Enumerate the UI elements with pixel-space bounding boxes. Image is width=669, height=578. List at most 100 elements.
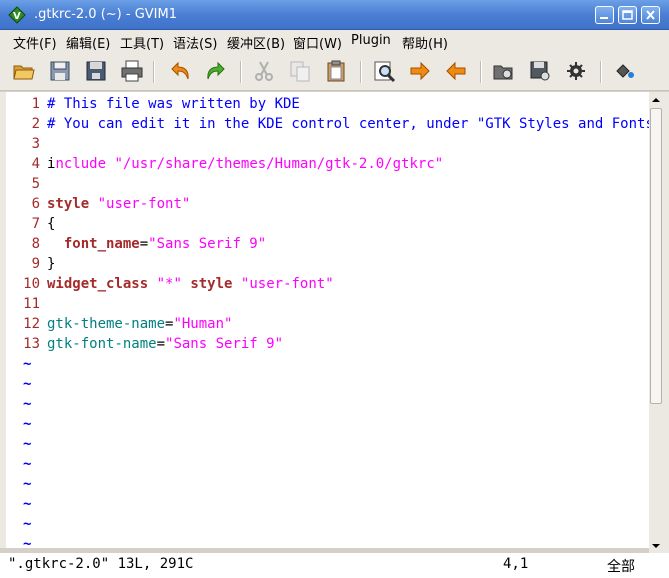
close-icon <box>646 10 655 20</box>
line-number: 8 <box>31 236 40 252</box>
empty-line-marker: ~ <box>23 456 32 472</box>
scroll-up-button[interactable] <box>649 92 663 106</box>
code-token: "/usr/share/themes/Human/gtk-2.0/gtkrc" <box>114 156 444 172</box>
toolbar-separator <box>240 61 242 83</box>
save-all-icon[interactable] <box>84 59 108 83</box>
code-token: "user-font" <box>97 196 191 212</box>
editor-line[interactable]: 3 <box>6 134 646 154</box>
scrollbar-thumb[interactable] <box>650 108 662 404</box>
save-icon[interactable] <box>48 59 72 83</box>
maximize-icon <box>622 10 633 20</box>
line-number: 3 <box>31 136 40 152</box>
close-button[interactable] <box>641 6 660 24</box>
line-text: style "user-font" <box>47 194 190 214</box>
toolbar <box>0 52 669 91</box>
arrow-up-icon <box>652 98 660 102</box>
line-number: 6 <box>31 196 40 212</box>
code-token: "Sans Serif 9" <box>165 336 284 352</box>
menu-window[interactable]: 窗口(W) <box>293 33 342 52</box>
editor-line[interactable]: 12 gtk-theme-name="Human" <box>6 314 646 334</box>
editor-line[interactable]: 10 widget_class "*" style "user-font" <box>6 274 646 294</box>
arrow-down-icon <box>652 544 660 548</box>
title-bar: V .gtkrc-2.0 (~) - GVIM1 <box>0 0 669 30</box>
empty-line-marker: ~ <box>23 376 32 392</box>
editor-line[interactable]: 2 # You can edit it in the KDE control ce… <box>6 114 649 134</box>
code-token: widget_class <box>47 276 149 292</box>
status-line: ".gtkrc-2.0" 13L, 291C 4,1 全部 <box>0 553 669 578</box>
run-script-icon[interactable] <box>564 59 588 83</box>
code-token: { <box>47 216 56 232</box>
menu-edit[interactable]: 编辑(E) <box>66 33 110 52</box>
toolbar-separator <box>480 61 482 83</box>
empty-line-marker: ~ <box>23 536 32 548</box>
cut-icon[interactable] <box>252 59 276 83</box>
editor-line[interactable]: 11 <box>6 294 646 314</box>
menu-bar: 文件(F) 编辑(E) 工具(T) 语法(S) 缓冲区(B) 窗口(W) Plu… <box>0 30 669 52</box>
code-token: = <box>139 236 149 252</box>
line-text: font_name="Sans Serif 9" <box>47 234 266 254</box>
copy-icon[interactable] <box>288 59 312 83</box>
find-next-icon[interactable] <box>408 59 432 83</box>
line-number: 11 <box>23 296 40 312</box>
empty-line-marker: ~ <box>23 496 32 512</box>
scroll-down-button[interactable] <box>649 538 663 552</box>
redo-icon[interactable] <box>204 59 228 83</box>
make-icon[interactable] <box>612 59 636 83</box>
undo-icon[interactable] <box>168 59 192 83</box>
line-number: 1 <box>31 96 40 112</box>
window-title: .gtkrc-2.0 (~) - GVIM1 <box>34 7 177 22</box>
line-number: 2 <box>31 116 40 132</box>
editor-line[interactable]: 5 <box>6 174 646 194</box>
text-editor[interactable]: 1 # This file was written by KDE 2 # You ca… <box>6 92 649 548</box>
menu-file[interactable]: 文件(F) <box>13 33 57 52</box>
menu-buffers[interactable]: 缓冲区(B) <box>227 33 285 52</box>
code-token: gtk-theme-name <box>47 316 166 332</box>
code-token: # You can edit it in the KDE control cen… <box>47 116 649 132</box>
code-token: "Human" <box>173 316 233 332</box>
minimize-icon <box>600 17 608 19</box>
line-text: # You can edit it in the KDE control cen… <box>47 114 649 134</box>
maximize-button[interactable] <box>618 6 637 24</box>
code-token: "*" <box>156 276 182 292</box>
find-prev-icon[interactable] <box>444 59 468 83</box>
menu-plugin[interactable]: Plugin <box>351 33 391 48</box>
editor-line[interactable]: 9} <box>6 254 646 274</box>
code-token: gtk-font-name <box>47 336 157 352</box>
line-text: include "/usr/share/themes/Human/gtk-2.0… <box>47 154 443 174</box>
editor-line[interactable]: 8 font_name="Sans Serif 9" <box>6 234 646 254</box>
open-folder-icon[interactable] <box>12 59 36 83</box>
paste-icon[interactable] <box>324 59 348 83</box>
line-number: 12 <box>23 316 40 332</box>
svg-text:V: V <box>13 11 21 22</box>
editor-line[interactable]: 7{ <box>6 214 646 234</box>
line-number: 5 <box>31 176 40 192</box>
vim-logo-icon: V <box>8 6 26 24</box>
code-token: "Sans Serif 9" <box>148 236 267 252</box>
line-text: widget_class "*" style "user-font" <box>47 274 334 294</box>
code-token: nclude <box>55 156 115 172</box>
code-token: = <box>156 336 166 352</box>
menu-tools[interactable]: 工具(T) <box>120 33 164 52</box>
editor-line[interactable]: 6 style "user-font" <box>6 194 646 214</box>
save-session-icon[interactable] <box>528 59 552 83</box>
empty-line-marker: ~ <box>23 416 32 432</box>
line-number: 7 <box>31 216 40 232</box>
cursor-position: 4,1 <box>503 556 529 572</box>
menu-syntax[interactable]: 语法(S) <box>173 33 217 52</box>
minimize-button[interactable] <box>595 6 614 24</box>
code-token: style <box>190 276 233 292</box>
editor-line[interactable]: 13 gtk-font-name="Sans Serif 9" <box>6 334 646 354</box>
editor-line[interactable]: 1 # This file was written by KDE <box>6 94 646 114</box>
load-session-icon[interactable] <box>492 59 516 83</box>
menu-help[interactable]: 帮助(H) <box>402 33 448 52</box>
editor-line[interactable]: 4 include "/usr/share/themes/Human/gtk-2.… <box>6 154 646 174</box>
code-token: # This file was written by KDE <box>47 96 300 112</box>
empty-line-marker: ~ <box>23 356 32 372</box>
vertical-scrollbar[interactable] <box>649 92 663 553</box>
print-icon[interactable] <box>120 59 144 83</box>
editor-right-border <box>663 92 669 553</box>
find-replace-icon[interactable] <box>372 59 396 83</box>
code-token: style <box>47 196 90 212</box>
